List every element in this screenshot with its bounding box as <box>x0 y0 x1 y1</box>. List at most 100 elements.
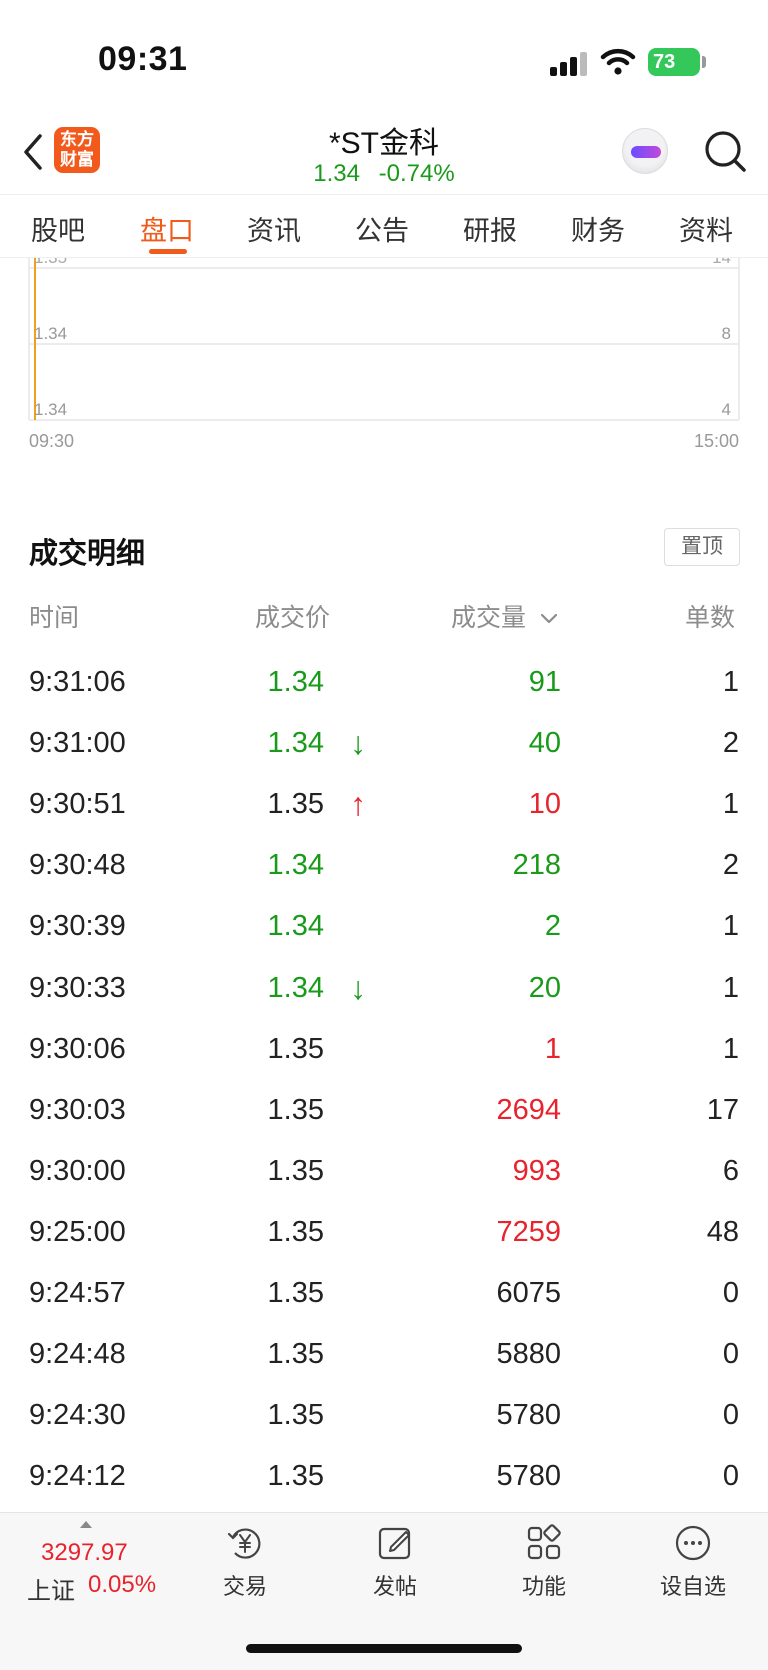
trade-volume: 2694 <box>496 1093 561 1126</box>
wifi-icon <box>600 48 636 75</box>
trade-label: 交易 <box>222 1574 267 1599</box>
trade-count: 1 <box>722 666 739 698</box>
down-arrow-icon: ↓ <box>350 725 366 762</box>
volume-label-top: 14 <box>712 258 731 267</box>
trade-price: 1.35 <box>267 1399 324 1432</box>
trade-row: 9:24:12 1.35 5780 0 <box>0 1446 768 1507</box>
index-name[interactable]: 上证 <box>27 1571 75 1606</box>
trade-price: 1.35 <box>267 1338 324 1371</box>
trade-count: 1 <box>722 910 739 943</box>
chart-start-time: 09:30 <box>29 431 74 451</box>
trade-time: 9:30:33 <box>29 971 126 1004</box>
trade-count: 0 <box>722 1277 739 1309</box>
trade-volume: 5780 <box>496 1399 561 1432</box>
trade-time: 9:30:51 <box>29 788 126 821</box>
home-indicator[interactable] <box>246 1644 522 1653</box>
trade-price: 1.35 <box>267 788 324 821</box>
trade-volume: 40 <box>528 727 561 760</box>
tab-pankou[interactable]: 盘口 <box>140 209 194 248</box>
tab-bar: 股吧 盘口 资讯 公告 研报 财务 资料 <box>0 194 768 258</box>
trade-count: 48 <box>706 1215 739 1248</box>
functions-label: 功能 <box>521 1574 566 1599</box>
trade-count: 0 <box>722 1338 739 1371</box>
trade-price: 1.34 <box>267 849 324 882</box>
tab-news[interactable]: 资讯 <box>247 209 301 248</box>
trade-row: 9:30:33 1.34 ↓ 20 1 <box>0 958 768 1019</box>
volume-label-mid: 8 <box>722 324 731 343</box>
functions-button[interactable]: 功能 <box>494 1523 594 1601</box>
trade-time: 9:31:06 <box>29 666 126 698</box>
trade-row: 9:30:06 1.35 1 1 <box>0 1019 768 1080</box>
trade-volume: 20 <box>528 971 561 1004</box>
trade-row: 9:24:57 1.35 6075 0 <box>0 1263 768 1324</box>
trade-button[interactable]: 交易 <box>195 1523 295 1601</box>
pin-top-button[interactable]: 置顶 <box>664 528 740 566</box>
trade-count: 17 <box>706 1093 739 1126</box>
trade-price: 1.35 <box>267 1154 324 1187</box>
trade-price: 1.34 <box>267 910 324 943</box>
status-time: 09:31 <box>98 40 188 78</box>
trade-price: 1.34 <box>267 971 324 1004</box>
trade-price: 1.35 <box>267 1460 324 1493</box>
trade-count: 1 <box>722 971 739 1004</box>
trade-price: 1.34 <box>267 727 324 760</box>
trade-time: 9:25:00 <box>29 1215 126 1248</box>
trade-count: 0 <box>722 1460 739 1493</box>
trade-time: 9:24:12 <box>29 1460 126 1493</box>
trade-details-title: 成交明细 <box>29 538 146 570</box>
chevron-down-icon <box>540 614 558 624</box>
trade-volume: 218 <box>512 849 561 882</box>
search-icon[interactable] <box>702 128 748 174</box>
compose-icon <box>378 1527 411 1560</box>
post-button[interactable]: 发帖 <box>345 1523 445 1601</box>
col-header-time: 时间 <box>29 604 80 632</box>
ai-assistant-icon[interactable] <box>622 128 668 174</box>
trade-volume: 7259 <box>496 1215 561 1248</box>
stock-price: 1.34 <box>313 160 360 187</box>
price-label-bottom: 1.34 <box>34 400 67 419</box>
stock-change-pct: -0.74% <box>378 160 455 187</box>
trade-row: 9:30:51 1.35 ↑ 10 1 <box>0 774 768 835</box>
trade-count: 1 <box>722 788 739 821</box>
trade-count: 1 <box>722 1032 739 1065</box>
trade-time: 9:30:48 <box>29 849 126 882</box>
trade-count: 6 <box>722 1154 739 1187</box>
trade-count: 2 <box>722 849 739 882</box>
tab-profile[interactable]: 资料 <box>679 209 733 248</box>
trade-price: 1.34 <box>267 666 324 698</box>
col-header-price: 成交价 <box>255 604 331 632</box>
post-label: 发帖 <box>372 1574 417 1599</box>
down-arrow-icon: ↓ <box>350 969 366 1006</box>
trade-volume: 5880 <box>496 1338 561 1371</box>
tab-research[interactable]: 研报 <box>463 209 517 248</box>
trade-volume: 1 <box>544 1032 561 1065</box>
index-change[interactable]: 0.05% <box>88 1571 156 1599</box>
intraday-chart[interactable]: 1.35 1.34 1.34 14 8 4 09:30 15:00 <box>0 258 768 458</box>
tab-finance[interactable]: 财务 <box>571 209 625 248</box>
price-label-top: 1.35 <box>34 258 67 267</box>
battery-tip <box>702 56 706 68</box>
trade-row: 9:24:30 1.35 5780 0 <box>0 1385 768 1446</box>
col-header-volume[interactable]: 成交量 <box>451 598 559 634</box>
trade-row: 9:25:00 1.35 7259 48 <box>0 1202 768 1263</box>
price-label-mid: 1.34 <box>34 324 67 343</box>
trade-time: 9:30:39 <box>29 910 126 943</box>
expand-up-icon[interactable] <box>80 1521 92 1528</box>
trade-volume: 993 <box>512 1154 561 1187</box>
trade-row: 9:30:48 1.34 218 2 <box>0 835 768 896</box>
trade-row: 9:31:00 1.34 ↓ 40 2 <box>0 713 768 774</box>
trade-price: 1.35 <box>267 1093 324 1126</box>
add-watchlist-button[interactable]: 设自选 <box>643 1523 743 1601</box>
nav-header: 东方 财富 *ST金科 1.34 -0.74% <box>0 110 768 194</box>
volume-label-bottom: 4 <box>722 400 731 419</box>
chart-end-time: 15:00 <box>694 431 739 451</box>
trade-row: 9:31:06 1.34 91 1 <box>0 652 768 713</box>
tab-guba[interactable]: 股吧 <box>31 209 85 248</box>
status-bar: 09:31 73 <box>0 0 768 110</box>
trade-volume: 91 <box>528 666 561 698</box>
trade-count: 2 <box>722 727 739 760</box>
tab-announcements[interactable]: 公告 <box>355 209 409 248</box>
index-value[interactable]: 3297.97 <box>41 1539 128 1567</box>
up-arrow-icon: ↑ <box>350 786 366 823</box>
more-icon <box>675 1525 711 1561</box>
